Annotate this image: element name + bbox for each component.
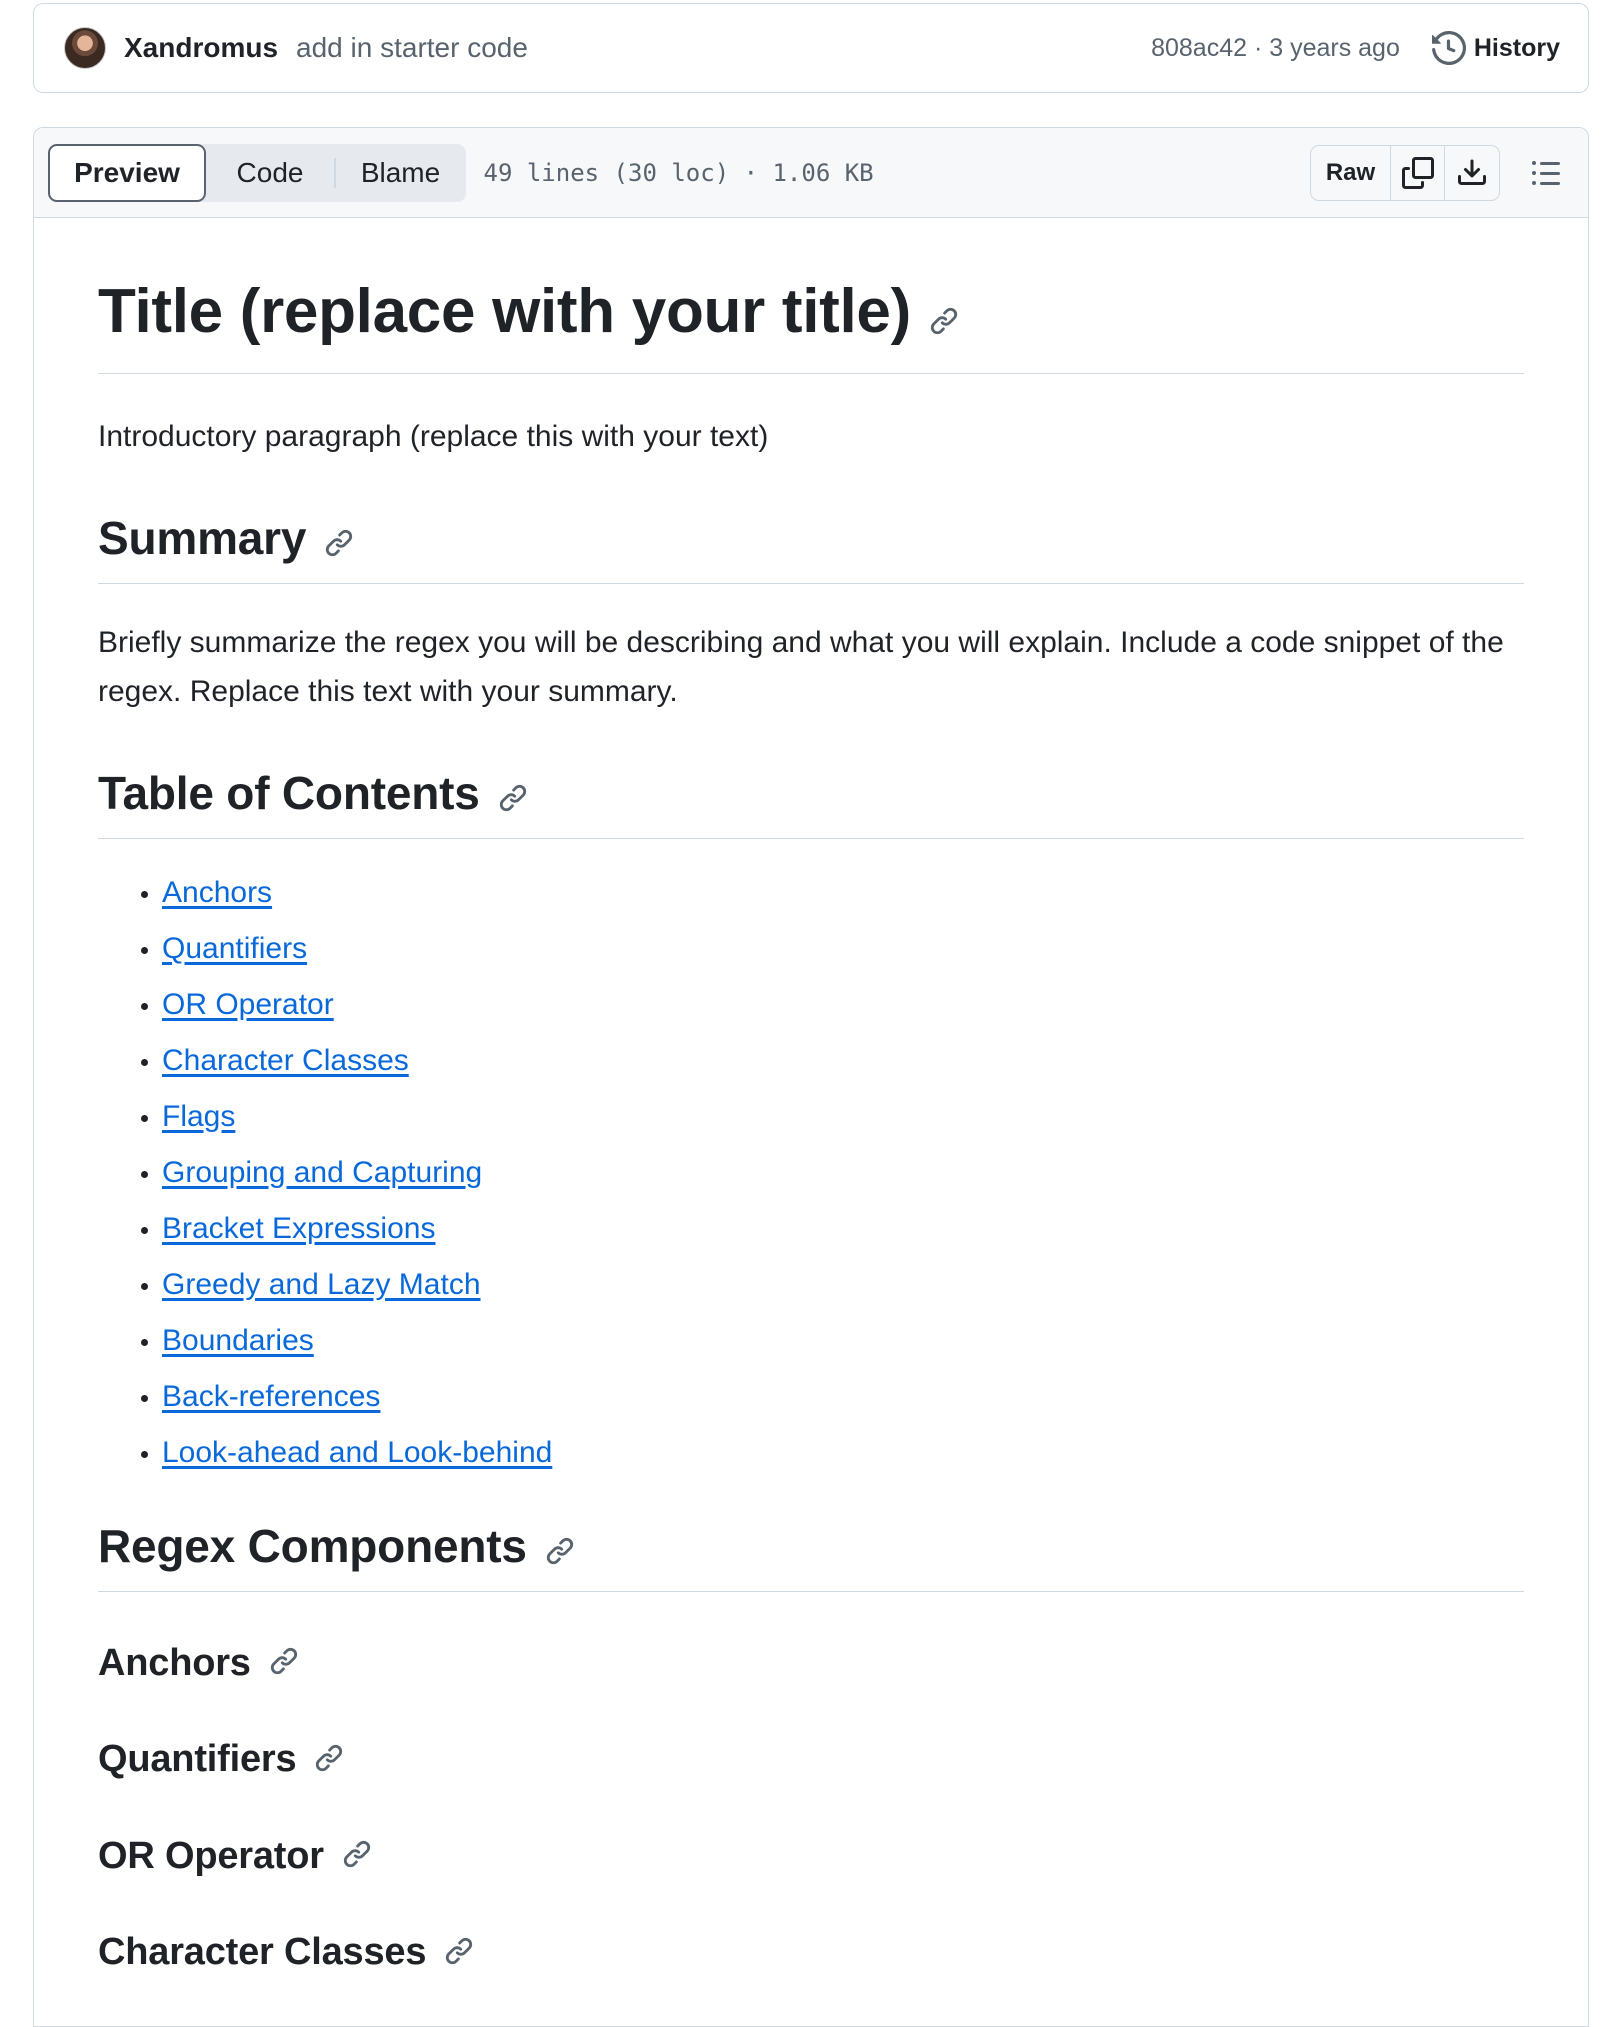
toc-link-boundaries[interactable]: Boundaries	[162, 1324, 314, 1357]
tab-code[interactable]: Code	[206, 144, 334, 202]
list-item: Flags	[162, 1089, 1524, 1145]
link-icon	[499, 784, 526, 811]
quantifiers-heading: Quantifiers	[98, 1738, 1524, 1782]
summary-paragraph: Briefly summarize the regex you will be …	[98, 625, 1504, 708]
toc-link-flags[interactable]: Flags	[162, 1100, 235, 1133]
toc-link-anchors[interactable]: Anchors	[162, 876, 272, 909]
copy-icon	[1401, 156, 1434, 189]
link-icon	[326, 529, 353, 557]
readme-title-heading: Title (replace with your title)	[98, 276, 1524, 375]
or-operator-heading: OR Operator	[98, 1835, 1524, 1879]
tab-preview[interactable]: Preview	[48, 143, 206, 202]
heading-anchor-link[interactable]	[929, 280, 959, 351]
link-icon	[270, 1647, 297, 1675]
heading-anchor-link[interactable]	[444, 1933, 474, 1976]
toc-link-grouping-and-capturing[interactable]: Grouping and Capturing	[162, 1156, 482, 1189]
heading-anchor-link[interactable]	[545, 1523, 575, 1577]
toc-link-greedy-and-lazy-match[interactable]: Greedy and Lazy Match	[162, 1268, 481, 1301]
list-item: Greedy and Lazy Match	[162, 1257, 1524, 1313]
quantifiers-heading-text: Quantifiers	[98, 1738, 297, 1781]
list-item: Character Classes	[162, 1033, 1524, 1089]
heading-anchor-link[interactable]	[342, 1836, 372, 1879]
title-text: Title (replace with your title)	[98, 277, 911, 346]
anchors-heading-text: Anchors	[98, 1641, 251, 1684]
regex-components-heading: Regex Components	[98, 1519, 1524, 1592]
heading-anchor-link[interactable]	[324, 515, 354, 569]
commit-sha-and-time[interactable]: 808ac42 · 3 years ago	[1151, 34, 1400, 63]
toc-link-back-references[interactable]: Back-references	[162, 1380, 380, 1413]
or-operator-heading-text: OR Operator	[98, 1834, 324, 1877]
author-avatar[interactable]	[64, 27, 106, 69]
history-label: History	[1473, 33, 1560, 62]
link-icon	[316, 1744, 343, 1771]
anchors-heading: Anchors	[98, 1642, 1524, 1686]
copy-raw-button[interactable]	[1391, 145, 1445, 200]
heading-anchor-link[interactable]	[314, 1740, 344, 1783]
tab-blame[interactable]: Blame	[336, 144, 466, 202]
character-classes-heading: Character Classes	[98, 1931, 1524, 1975]
list-item: Look-ahead and Look-behind	[162, 1425, 1524, 1481]
list-item: Boundaries	[162, 1313, 1524, 1369]
toc-link-character-classes[interactable]: Character Classes	[162, 1044, 409, 1077]
heading-anchor-link[interactable]	[498, 770, 528, 824]
list-item: Anchors	[162, 865, 1524, 921]
toc-link-look-ahead-and-look-behind[interactable]: Look-ahead and Look-behind	[162, 1436, 552, 1469]
file-header: Preview Code Blame 49 lines (30 loc) · 1…	[34, 128, 1588, 218]
outline-button[interactable]	[1518, 145, 1574, 201]
link-icon	[446, 1937, 473, 1964]
list-item: OR Operator	[162, 977, 1524, 1033]
link-icon	[546, 1537, 573, 1564]
toc-link-bracket-expressions[interactable]: Bracket Expressions	[162, 1212, 435, 1245]
latest-commit-bar: Xandromus add in starter code 808ac42 · …	[33, 3, 1589, 93]
file-view: Preview Code Blame 49 lines (30 loc) · 1…	[33, 127, 1589, 2027]
toc-heading: Table of Contents	[98, 766, 1524, 839]
intro-paragraph: Introductory paragraph (replace this wit…	[98, 420, 769, 454]
list-item: Quantifiers	[162, 921, 1524, 977]
markdown-body: Title (replace with your title) Introduc…	[34, 218, 1588, 1976]
character-classes-heading-text: Character Classes	[98, 1931, 427, 1974]
heading-anchor-link[interactable]	[269, 1643, 299, 1686]
regex-components-heading-text: Regex Components	[98, 1519, 527, 1572]
commit-author-link[interactable]: Xandromus	[124, 32, 278, 64]
history-icon	[1431, 31, 1466, 65]
list-item: Back-references	[162, 1369, 1524, 1425]
file-info: 49 lines (30 loc) · 1.06 KB	[483, 158, 874, 187]
list-item: Grouping and Capturing	[162, 1145, 1524, 1201]
toc-link-or-operator[interactable]: OR Operator	[162, 988, 334, 1021]
link-icon	[930, 307, 958, 335]
raw-button[interactable]: Raw	[1311, 145, 1391, 200]
summary-heading-text: Summary	[98, 512, 307, 565]
commit-message-link[interactable]: add in starter code	[296, 32, 528, 64]
download-icon	[1458, 159, 1486, 185]
list-unordered-icon	[1532, 160, 1560, 185]
link-icon	[343, 1840, 370, 1868]
view-mode-toggle: Preview Code Blame	[48, 143, 466, 202]
download-button[interactable]	[1445, 146, 1499, 200]
toc-list: Anchors Quantifiers OR Operator Characte…	[98, 865, 1524, 1481]
list-item: Bracket Expressions	[162, 1201, 1524, 1257]
history-button[interactable]: History	[1431, 31, 1560, 65]
file-actions-group: Raw	[1310, 144, 1500, 201]
toc-link-quantifiers[interactable]: Quantifiers	[162, 932, 307, 965]
toc-heading-text: Table of Contents	[98, 766, 480, 819]
summary-heading: Summary	[98, 511, 1524, 584]
